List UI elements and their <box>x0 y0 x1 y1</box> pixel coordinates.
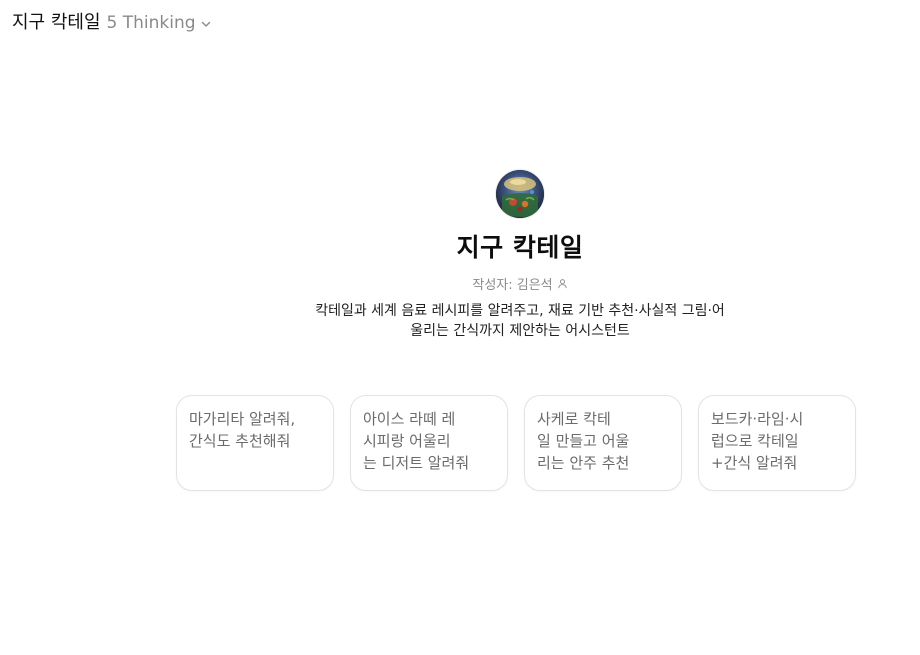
gpt-description: 칵테일과 세계 음료 레시피를 알려주고, 재료 기반 추천·사실적 그림·어 … <box>295 301 745 341</box>
model-selector[interactable]: 5 Thinking <box>107 13 212 33</box>
gpt-name: 지구 칵테일 <box>12 12 101 33</box>
top-bar: 지구 칵테일 5 Thinking <box>12 8 212 34</box>
starter-card[interactable]: 아이스 라떼 레 시피랑 어울리 는 디저트 알려줘 <box>350 395 508 491</box>
model-label: 5 Thinking <box>106 13 196 33</box>
globe-cocktail-image <box>496 170 544 218</box>
gpt-avatar <box>496 170 544 218</box>
starter-card[interactable]: 보드카·라임·시 럽으로 칵테일 +간식 알려줘 <box>698 395 856 491</box>
author-text: 작성자: 김은석 <box>472 278 553 293</box>
starter-card[interactable]: 마가리타 알려줘, 간식도 추천해줘 <box>176 395 334 491</box>
gpt-title: 지구 칵테일 <box>456 233 584 262</box>
description-text: 칵테일과 세계 음료 레시피를 알려주고, 재료 기반 추천·사실적 그림·어 … <box>315 303 725 339</box>
chevron-down-icon <box>201 21 210 27</box>
conversation-starters: 마가리타 알려줘, 간식도 추천해줘 아이스 라떼 레 시피랑 어울리 는 디저… <box>176 395 856 491</box>
gpt-profile: 지구 칵테일 작성자: 김은석 칵테일과 세계 음료 레시피를 알려주고, 재료… <box>0 170 920 341</box>
person-icon <box>558 279 567 289</box>
starter-card[interactable]: 사케로 칵테 일 만들고 어울 리는 안주 추천 <box>524 395 682 491</box>
author-line[interactable]: 작성자: 김은석 <box>472 274 567 293</box>
